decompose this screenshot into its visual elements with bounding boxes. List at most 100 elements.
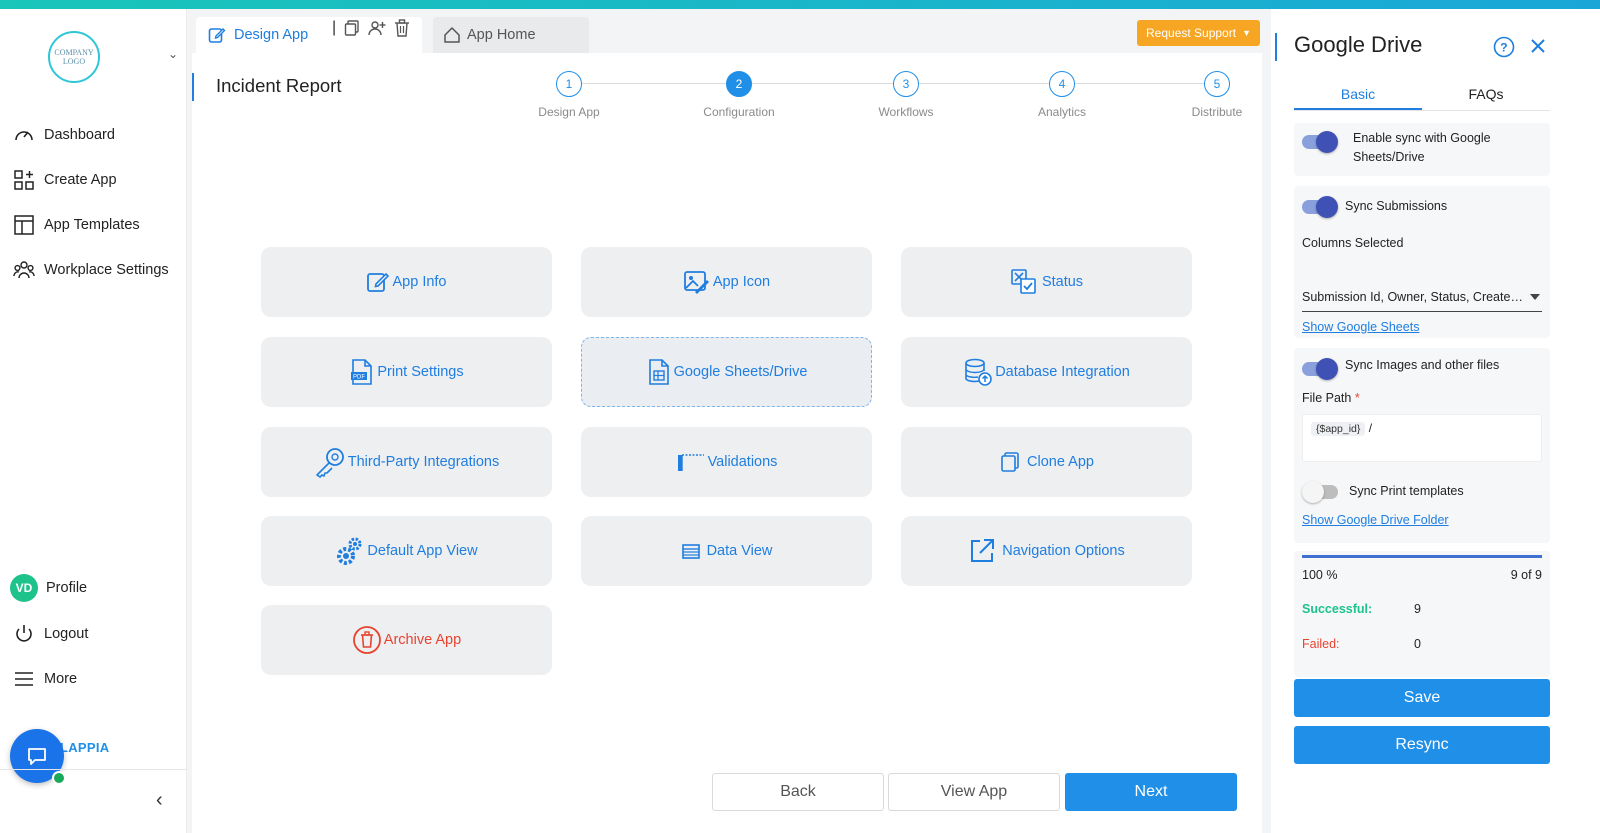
card-archive-app[interactable]: Archive App [261,605,552,675]
brand-logo: LAPPIA [60,740,110,755]
successful-label: Successful: [1302,602,1373,616]
menu-icon [12,668,36,690]
card-database-integration[interactable]: Database Integration [901,337,1192,407]
chevron-down-icon[interactable]: ⌄ [168,47,178,61]
sidebar-item-dashboard[interactable]: Dashboard [12,123,115,147]
add-user-icon[interactable] [368,20,386,36]
button-label: View App [940,783,1008,800]
power-icon [12,623,36,645]
card-app-info[interactable]: App Info [261,247,552,317]
grid-plus-icon [12,169,36,191]
file-path-label: File Path * [1302,389,1360,408]
file-path-suffix: / [1368,421,1373,435]
copy-icon[interactable] [344,20,360,36]
step-number: 4 [1049,71,1075,97]
pdf-icon: PDF [349,358,375,386]
sidebar-item-logout[interactable]: Logout [12,622,88,646]
view-app-button[interactable]: View App [888,773,1060,811]
sidebar-item-profile[interactable]: VD Profile [10,573,87,603]
back-button[interactable]: Back [712,773,884,811]
card-print-settings[interactable]: PDF Print Settings [261,337,552,407]
chat-icon [28,748,46,765]
card-google-sheets-drive[interactable]: Google Sheets/Drive [581,337,872,407]
request-support-button[interactable]: Request Support ▼ [1137,20,1260,46]
file-path-input[interactable]: {$app_id} / [1302,414,1542,462]
sidebar-item-workplace-settings[interactable]: Workplace Settings [12,258,169,282]
card-label: Status [1041,274,1084,290]
tab-tools: | [332,19,410,37]
sync-submissions-label: Sync Submissions [1345,199,1448,213]
step-analytics[interactable]: 4 Analytics [1012,71,1112,119]
sidebar-item-create-app[interactable]: Create App [12,168,117,192]
file-path-text: File Path [1302,391,1352,405]
step-distribute[interactable]: 5 Distribute [1167,71,1267,119]
successful-value: 9 [1414,602,1421,616]
show-google-sheets-link[interactable]: Show Google Sheets [1302,320,1419,334]
gears-icon [335,535,365,567]
main-content: Design App | App Home Request Support ▼ … [192,9,1262,833]
tab-basic[interactable]: Basic [1294,81,1422,110]
progress-percent: 100 % [1302,568,1338,582]
card-navigation-options[interactable]: Navigation Options [901,516,1192,586]
collapse-sidebar-icon[interactable]: ‹ [156,789,163,812]
company-logo[interactable]: COMPANY LOGO [48,31,100,83]
show-drive-folder-link[interactable]: Show Google Drive Folder [1302,513,1449,527]
step-label: Analytics [1037,105,1087,119]
help-icon[interactable]: ? [1493,36,1515,63]
sidebar-item-label: Workplace Settings [44,262,169,278]
tab-faqs[interactable]: FAQs [1422,81,1550,110]
panel-accent [1275,33,1277,61]
progress-count: 9 of 9 [1510,568,1542,582]
sync-images-toggle[interactable] [1302,358,1338,380]
card-label: Google Sheets/Drive [673,364,808,380]
step-workflows[interactable]: 3 Workflows [856,71,956,119]
close-icon[interactable] [1528,36,1548,61]
team-icon [12,259,36,281]
sidebar-item-label: Logout [44,626,89,642]
tab-label: Design App [234,27,309,43]
sidebar-item-label: Dashboard [44,127,115,143]
sync-print-label: Sync Print templates [1349,484,1464,498]
step-number: 1 [556,71,582,97]
card-third-party-integrations[interactable]: Third-Party Integrations [261,427,552,497]
step-number: 3 [893,71,919,97]
failed-label: Failed: [1302,637,1340,651]
next-button[interactable]: Next [1065,773,1237,811]
save-button[interactable]: Save [1294,679,1550,717]
sync-submissions-toggle[interactable] [1302,196,1338,218]
card-label: Default App View [367,543,478,559]
card-data-view[interactable]: Data View [581,516,872,586]
ruler-icon [676,451,706,473]
sync-images-label: Sync Images and other files [1345,358,1500,372]
card-clone-app[interactable]: Clone App [901,427,1192,497]
card-label: Clone App [1027,454,1094,470]
google-drive-panel: Google Drive ? Basic FAQs Enable sync wi… [1271,9,1600,833]
card-validations[interactable]: Validations [581,427,872,497]
enable-sync-toggle[interactable] [1302,131,1338,153]
tab-label: App Home [467,27,536,43]
template-icon [12,214,36,236]
step-number: 2 [726,71,752,97]
chat-button[interactable] [10,729,66,785]
sync-progress-bar [1302,555,1542,558]
table-icon [681,542,701,560]
trash-icon[interactable] [394,19,410,37]
card-status[interactable]: Status [901,247,1192,317]
sidebar-item-more[interactable]: More [12,667,77,691]
columns-selected-dropdown[interactable]: Submission Id, Owner, Status, Created... [1302,288,1542,312]
toggle-knob [1316,196,1338,218]
sync-print-toggle[interactable] [1302,481,1338,503]
step-configuration[interactable]: 2 Configuration [689,71,789,119]
sidebar-item-app-templates[interactable]: App Templates [12,213,140,237]
resync-button[interactable]: Resync [1294,726,1550,764]
divider [0,769,187,770]
card-default-app-view[interactable]: Default App View [261,516,552,586]
step-design-app[interactable]: 1 Design App [519,71,619,119]
tab-app-home[interactable]: App Home [433,17,589,53]
card-label: Navigation Options [1002,543,1125,559]
separator-icon: | [332,19,337,36]
caret-down-icon [1530,294,1540,300]
step-label: Design App [538,105,600,119]
card-app-icon[interactable]: App Icon [581,247,872,317]
card-label: Print Settings [377,364,464,380]
